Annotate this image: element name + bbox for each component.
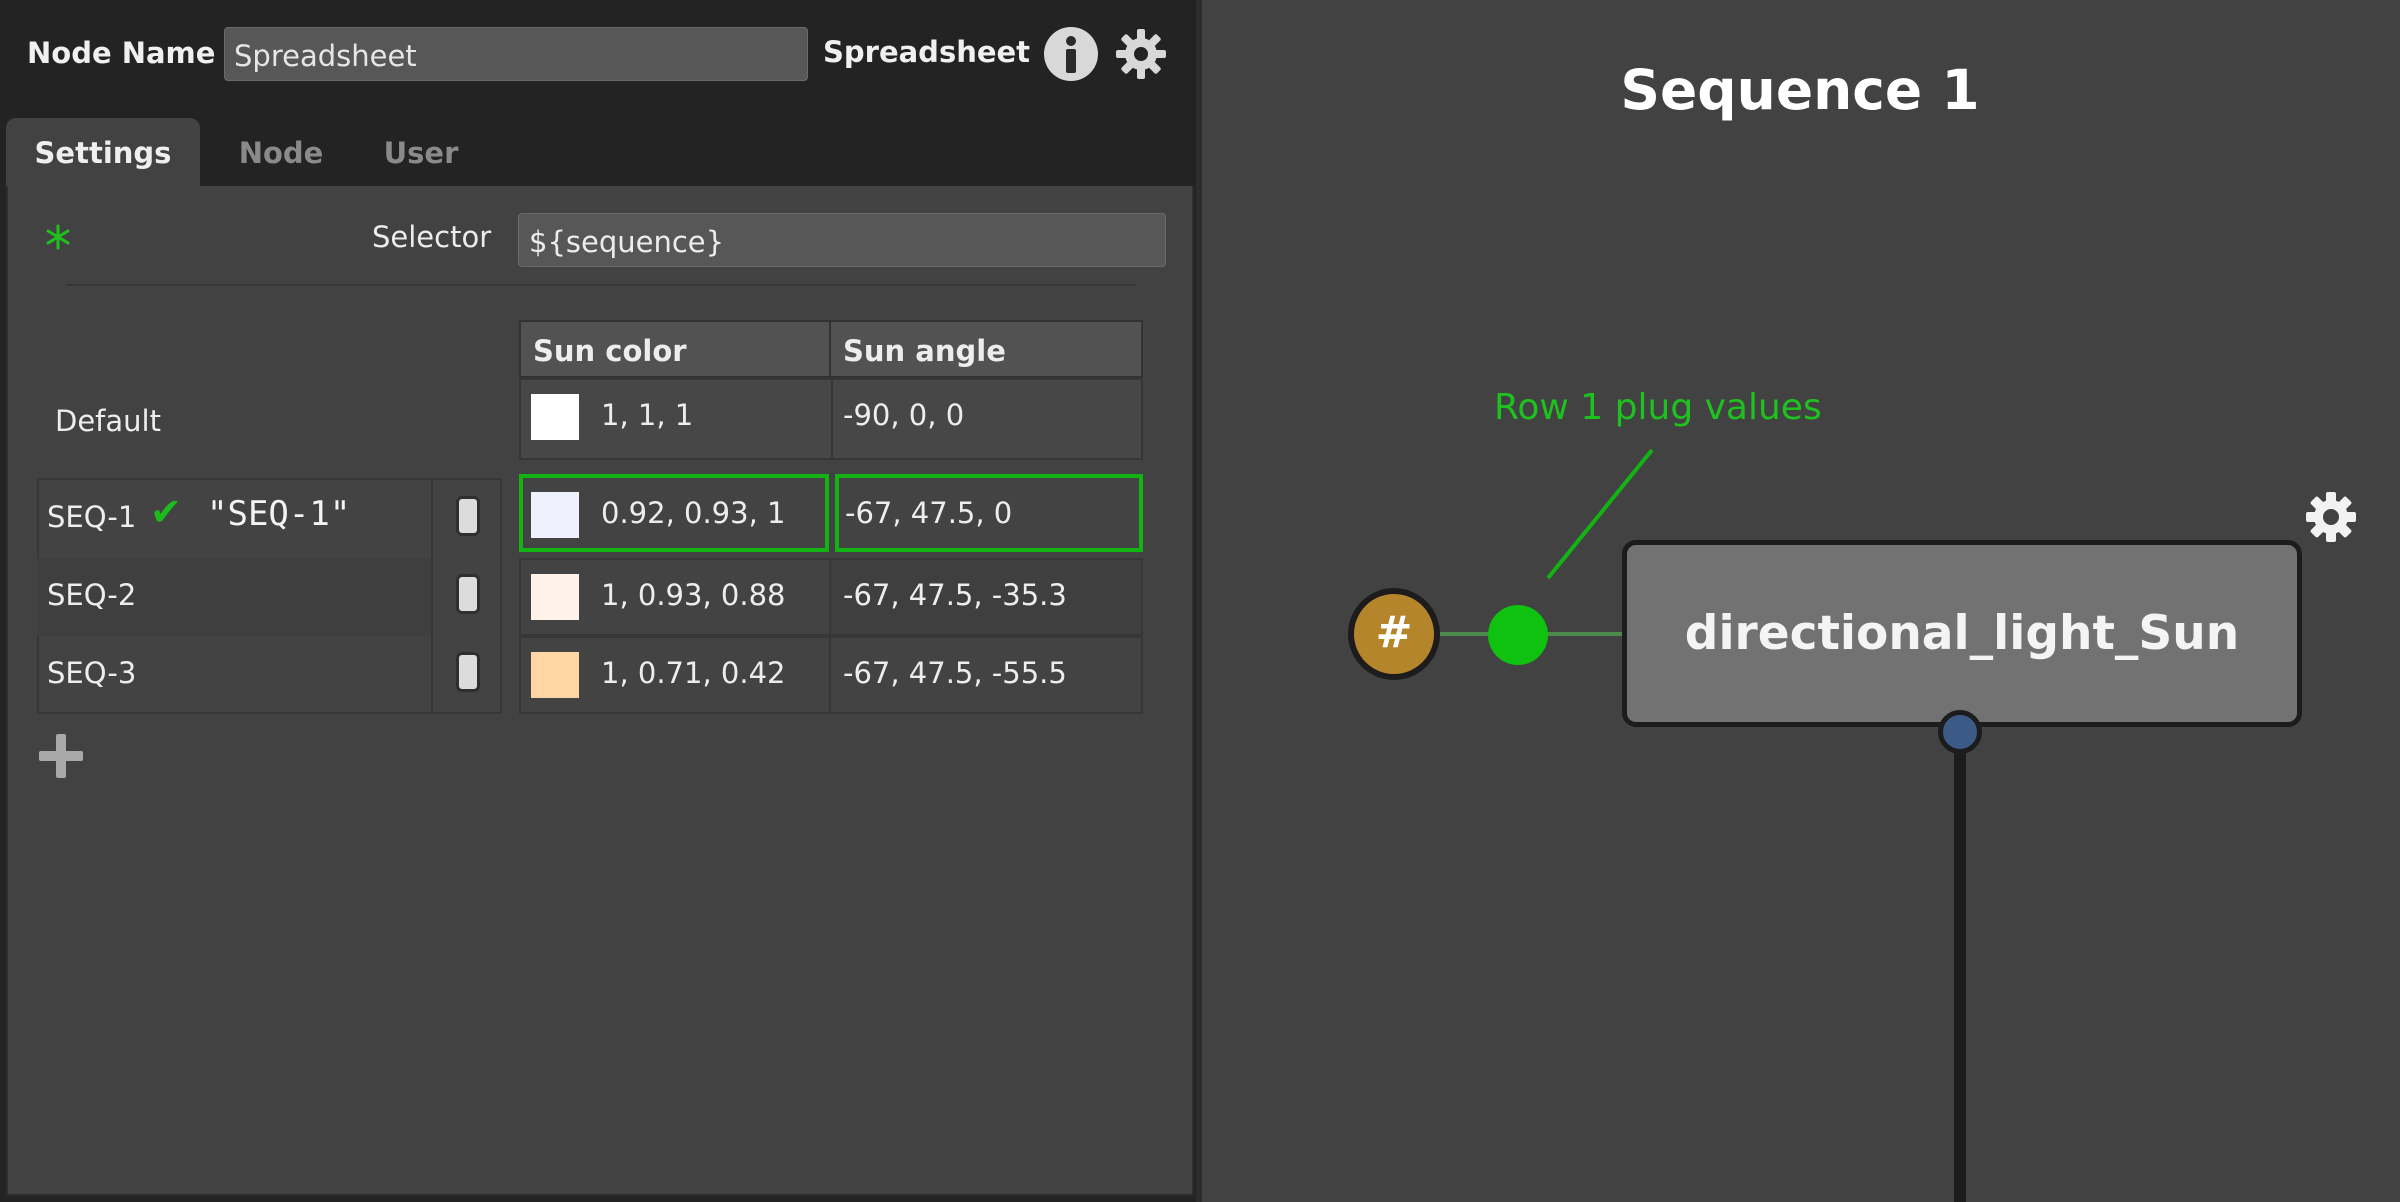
cell-value: 1, 0.93, 0.88 [601, 578, 786, 612]
column-header-sun-angle[interactable]: Sun angle [829, 320, 1143, 378]
node-name-input[interactable]: Spreadsheet [224, 27, 808, 81]
separator [66, 284, 1136, 286]
row-name-seq-2[interactable]: SEQ-2 [37, 558, 433, 636]
cell-value: 1, 1, 1 [601, 398, 694, 432]
output-plug[interactable] [1938, 710, 1982, 754]
sun-color-cell[interactable]: 0.92, 0.93, 1 [519, 474, 829, 552]
plus-icon[interactable] [39, 734, 83, 778]
tab-node[interactable]: Node [216, 118, 346, 188]
row-name-label: SEQ-2 [47, 578, 137, 612]
sun-angle-cell[interactable]: -67, 47.5, -35.3 [829, 558, 1143, 636]
selector-input[interactable]: ${sequence} [518, 213, 1166, 267]
cell-value: 0.92, 0.93, 1 [601, 496, 786, 530]
selector-label: Selector [372, 220, 492, 254]
table-row-seq-3: 1, 0.71, 0.42 -67, 47.5, -55.5 [519, 636, 1143, 714]
table-row-seq-2: 1, 0.93, 0.88 -67, 47.5, -35.3 [519, 558, 1143, 636]
hash-plug[interactable]: # [1348, 588, 1440, 680]
color-swatch[interactable] [531, 652, 579, 698]
cell-value: -67, 47.5, -55.5 [843, 656, 1067, 690]
row-enable-toggle[interactable] [456, 574, 480, 614]
default-row-label: Default [55, 404, 161, 438]
node-title: directional_light_Sun [1684, 606, 2240, 661]
sun-angle-cell[interactable]: -67, 47.5, -55.5 [829, 636, 1143, 714]
color-swatch[interactable] [531, 492, 579, 538]
row-name-label: SEQ-3 [47, 656, 137, 690]
cell-value: -90, 0, 0 [843, 398, 965, 432]
row-enable-toggle[interactable] [456, 496, 480, 536]
tab-settings[interactable]: Settings [6, 118, 200, 188]
annotation-label: Row 1 plug values [1494, 387, 1822, 428]
graph-node[interactable]: directional_light_Sun [1622, 540, 2302, 727]
input-plug[interactable] [1488, 605, 1548, 665]
node-type-label: Spreadsheet [823, 35, 1031, 69]
node-editor-panel: Node Name Spreadsheet Spreadsheet Settin… [0, 0, 1200, 1202]
info-icon[interactable] [1042, 25, 1100, 83]
tab-user[interactable]: User [356, 118, 486, 188]
color-swatch[interactable] [531, 394, 579, 440]
cell-value: 1, 0.71, 0.42 [601, 656, 786, 690]
default-sun-color-cell[interactable]: 1, 1, 1 [521, 380, 833, 458]
row-match-value: "SEQ-1" [207, 494, 351, 534]
gear-icon[interactable] [1114, 27, 1168, 81]
cell-value: -67, 47.5, 0 [845, 496, 1013, 530]
table-row-seq-1: 0.92, 0.93, 1 -67, 47.5, 0 [519, 474, 1143, 552]
default-row: 1, 1, 1 -90, 0, 0 [519, 378, 1143, 460]
column-header-sun-color[interactable]: Sun color [519, 320, 831, 378]
row-enable-toggle[interactable] [456, 652, 480, 692]
default-sun-angle-cell[interactable]: -90, 0, 0 [833, 380, 1143, 458]
graph-title: Sequence 1 [1620, 58, 1980, 122]
color-swatch[interactable] [531, 574, 579, 620]
cell-value: -67, 47.5, -35.3 [843, 578, 1067, 612]
row-name-label: SEQ-1 [47, 500, 137, 534]
node-name-label: Node Name [27, 36, 216, 70]
sun-color-cell[interactable]: 1, 0.71, 0.42 [519, 636, 831, 714]
row-name-seq-3[interactable]: SEQ-3 [37, 636, 433, 714]
sun-color-cell[interactable]: 1, 0.93, 0.88 [519, 558, 831, 636]
sun-angle-cell[interactable]: -67, 47.5, 0 [835, 474, 1143, 552]
checkmark-icon: ✔ [150, 490, 182, 534]
asterisk-icon[interactable] [45, 224, 71, 250]
gear-icon[interactable] [2304, 490, 2358, 544]
